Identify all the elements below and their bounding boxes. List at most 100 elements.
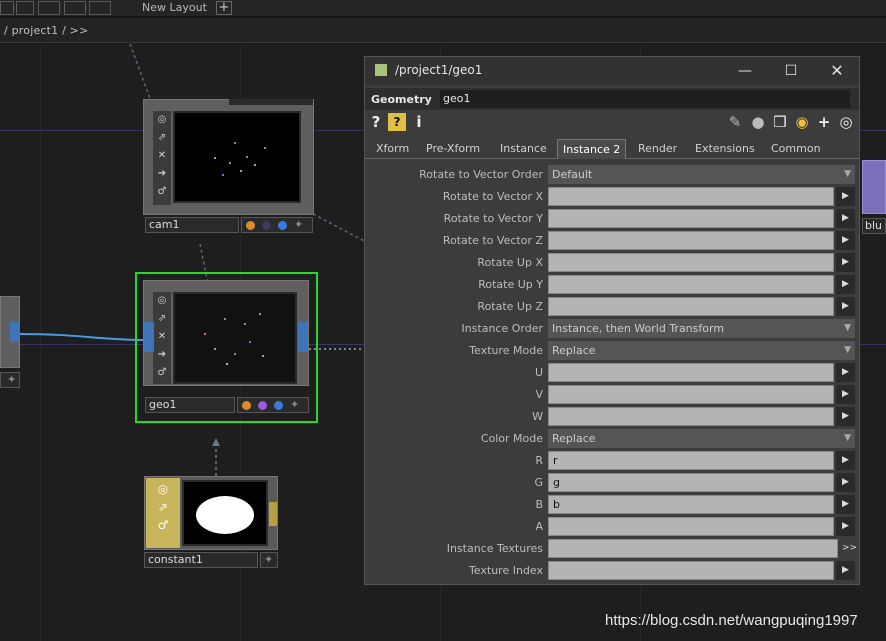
play-arrow-icon[interactable]: ▶ bbox=[836, 561, 855, 580]
expand-icon[interactable]: >> bbox=[840, 539, 859, 558]
help-icon[interactable]: ? bbox=[369, 113, 383, 131]
param-field[interactable] bbox=[548, 253, 834, 272]
node-name-cam1[interactable]: cam1 bbox=[145, 217, 239, 233]
node-name-geo1[interactable]: geo1 bbox=[145, 397, 235, 413]
play-arrow-icon[interactable]: ▶ bbox=[836, 209, 855, 228]
python-help-icon[interactable]: ? bbox=[388, 113, 406, 131]
maximize-button[interactable]: ☐ bbox=[781, 61, 801, 81]
param-field[interactable] bbox=[548, 385, 834, 404]
play-arrow-icon[interactable]: ▶ bbox=[836, 253, 855, 272]
param-field[interactable] bbox=[548, 297, 834, 316]
export-icon[interactable]: ➔ bbox=[153, 346, 171, 364]
layout-preset-icon[interactable] bbox=[16, 1, 34, 15]
viewer-toggle-icon[interactable]: ◎ bbox=[153, 292, 171, 310]
tab-extensions[interactable]: Extensions bbox=[690, 139, 760, 159]
render-flag-icon[interactable] bbox=[246, 221, 255, 230]
param-field[interactable]: g bbox=[548, 473, 834, 492]
output-connector[interactable] bbox=[10, 322, 20, 342]
clone-icon[interactable]: ♂ bbox=[146, 518, 180, 532]
play-arrow-icon[interactable]: ▶ bbox=[836, 517, 855, 536]
output-connector[interactable] bbox=[269, 502, 277, 526]
layout-preset-icon[interactable] bbox=[64, 1, 86, 15]
play-arrow-icon[interactable]: ▶ bbox=[836, 451, 855, 470]
param-field[interactable] bbox=[548, 517, 834, 536]
copy-icon[interactable]: ❒ bbox=[771, 113, 789, 131]
cook-flag-icon[interactable] bbox=[278, 221, 287, 230]
lock-icon[interactable]: ⇗ bbox=[153, 310, 171, 328]
input-connector[interactable] bbox=[144, 322, 154, 352]
param-menu[interactable]: Default ▼ bbox=[548, 165, 855, 184]
layout-preset-icon[interactable] bbox=[0, 1, 14, 15]
operator-name-field[interactable]: geo1 bbox=[440, 90, 850, 108]
edit-icon[interactable]: ✎ bbox=[726, 113, 744, 131]
clone-icon[interactable]: ♂ bbox=[153, 364, 171, 382]
tab-pre-xform[interactable]: Pre-Xform bbox=[421, 139, 485, 159]
bypass-icon[interactable]: ✕ bbox=[153, 328, 171, 346]
play-arrow-icon[interactable]: ▶ bbox=[836, 297, 855, 316]
tab-render[interactable]: Render bbox=[633, 139, 682, 159]
export-icon[interactable]: ➔ bbox=[153, 165, 171, 183]
clone-icon[interactable]: ♂ bbox=[153, 183, 171, 201]
layout-preset-icon[interactable] bbox=[89, 1, 111, 15]
param-field[interactable] bbox=[548, 539, 838, 558]
tab-instance-2[interactable]: Instance 2 bbox=[557, 139, 627, 159]
tab-instance[interactable]: Instance bbox=[495, 139, 552, 159]
add-layout-button[interactable]: + bbox=[216, 1, 232, 15]
cook-flag-icon[interactable] bbox=[274, 401, 283, 410]
target-icon[interactable]: ◎ bbox=[837, 113, 855, 131]
play-arrow-icon[interactable]: ▶ bbox=[836, 275, 855, 294]
param-field[interactable] bbox=[548, 187, 834, 206]
param-field[interactable] bbox=[548, 561, 834, 580]
add-icon[interactable]: ✦ bbox=[7, 373, 16, 386]
node-name-partial[interactable]: blu bbox=[862, 218, 886, 234]
output-connector[interactable] bbox=[298, 322, 308, 352]
param-field[interactable]: r bbox=[548, 451, 834, 470]
play-arrow-icon[interactable]: ▶ bbox=[836, 473, 855, 492]
new-layout-tab[interactable]: New Layout bbox=[142, 1, 207, 14]
pin-icon[interactable]: ✦ bbox=[290, 398, 299, 411]
param-menu[interactable]: Replace ▼ bbox=[548, 429, 855, 448]
pin-icon[interactable]: ✦ bbox=[264, 553, 273, 566]
pin-icon[interactable]: ✦ bbox=[294, 218, 303, 231]
add-parameter-icon[interactable]: + bbox=[815, 113, 833, 131]
breadcrumb[interactable]: / project1 / >> bbox=[4, 24, 89, 37]
bypass-icon[interactable]: ✕ bbox=[153, 147, 171, 165]
minimize-button[interactable]: — bbox=[735, 61, 755, 81]
node-flags: ✦ bbox=[237, 397, 309, 413]
param-menu[interactable]: Replace ▼ bbox=[548, 341, 855, 360]
tab-xform[interactable]: Xform bbox=[371, 139, 414, 159]
param-row: Rr ▶ bbox=[365, 450, 859, 472]
dialog-titlebar[interactable]: /project1/geo1 — ☐ ✕ bbox=[365, 57, 859, 85]
circle-preview bbox=[196, 496, 254, 534]
parameter-tabs: Xform Pre-Xform Instance Instance 2 Rend… bbox=[365, 137, 859, 159]
layout-preset-icon[interactable] bbox=[38, 1, 60, 15]
param-menu[interactable]: Instance, then World Transform ▼ bbox=[548, 319, 855, 338]
param-field[interactable] bbox=[548, 363, 834, 382]
play-arrow-icon[interactable]: ▶ bbox=[836, 231, 855, 250]
viewer-toggle-icon[interactable]: ◎ bbox=[146, 482, 180, 496]
param-field[interactable]: b bbox=[548, 495, 834, 514]
play-arrow-icon[interactable]: ▶ bbox=[836, 495, 855, 514]
node-name-constant1[interactable]: constant1 bbox=[144, 552, 258, 568]
param-field[interactable] bbox=[548, 209, 834, 228]
comment-icon[interactable]: ● bbox=[749, 113, 767, 131]
render-flag-icon[interactable] bbox=[242, 401, 251, 410]
close-button[interactable]: ✕ bbox=[827, 61, 847, 81]
python-icon[interactable]: ◉ bbox=[793, 113, 811, 131]
display-flag-icon[interactable] bbox=[258, 401, 267, 410]
play-arrow-icon[interactable]: ▶ bbox=[836, 407, 855, 426]
display-flag-icon[interactable] bbox=[262, 221, 271, 230]
param-menu-value: Replace bbox=[552, 344, 596, 357]
tab-common[interactable]: Common bbox=[766, 139, 826, 159]
play-arrow-icon[interactable]: ▶ bbox=[836, 187, 855, 206]
lock-icon[interactable]: ⇗ bbox=[146, 500, 180, 514]
param-field[interactable] bbox=[548, 407, 834, 426]
info-icon[interactable]: i bbox=[413, 113, 425, 131]
play-arrow-icon[interactable]: ▶ bbox=[836, 363, 855, 382]
param-field[interactable] bbox=[548, 231, 834, 250]
lock-icon[interactable]: ⇗ bbox=[153, 129, 171, 147]
partial-node-right[interactable] bbox=[862, 160, 886, 214]
viewer-toggle-icon[interactable]: ◎ bbox=[153, 111, 171, 129]
param-field[interactable] bbox=[548, 275, 834, 294]
play-arrow-icon[interactable]: ▶ bbox=[836, 385, 855, 404]
